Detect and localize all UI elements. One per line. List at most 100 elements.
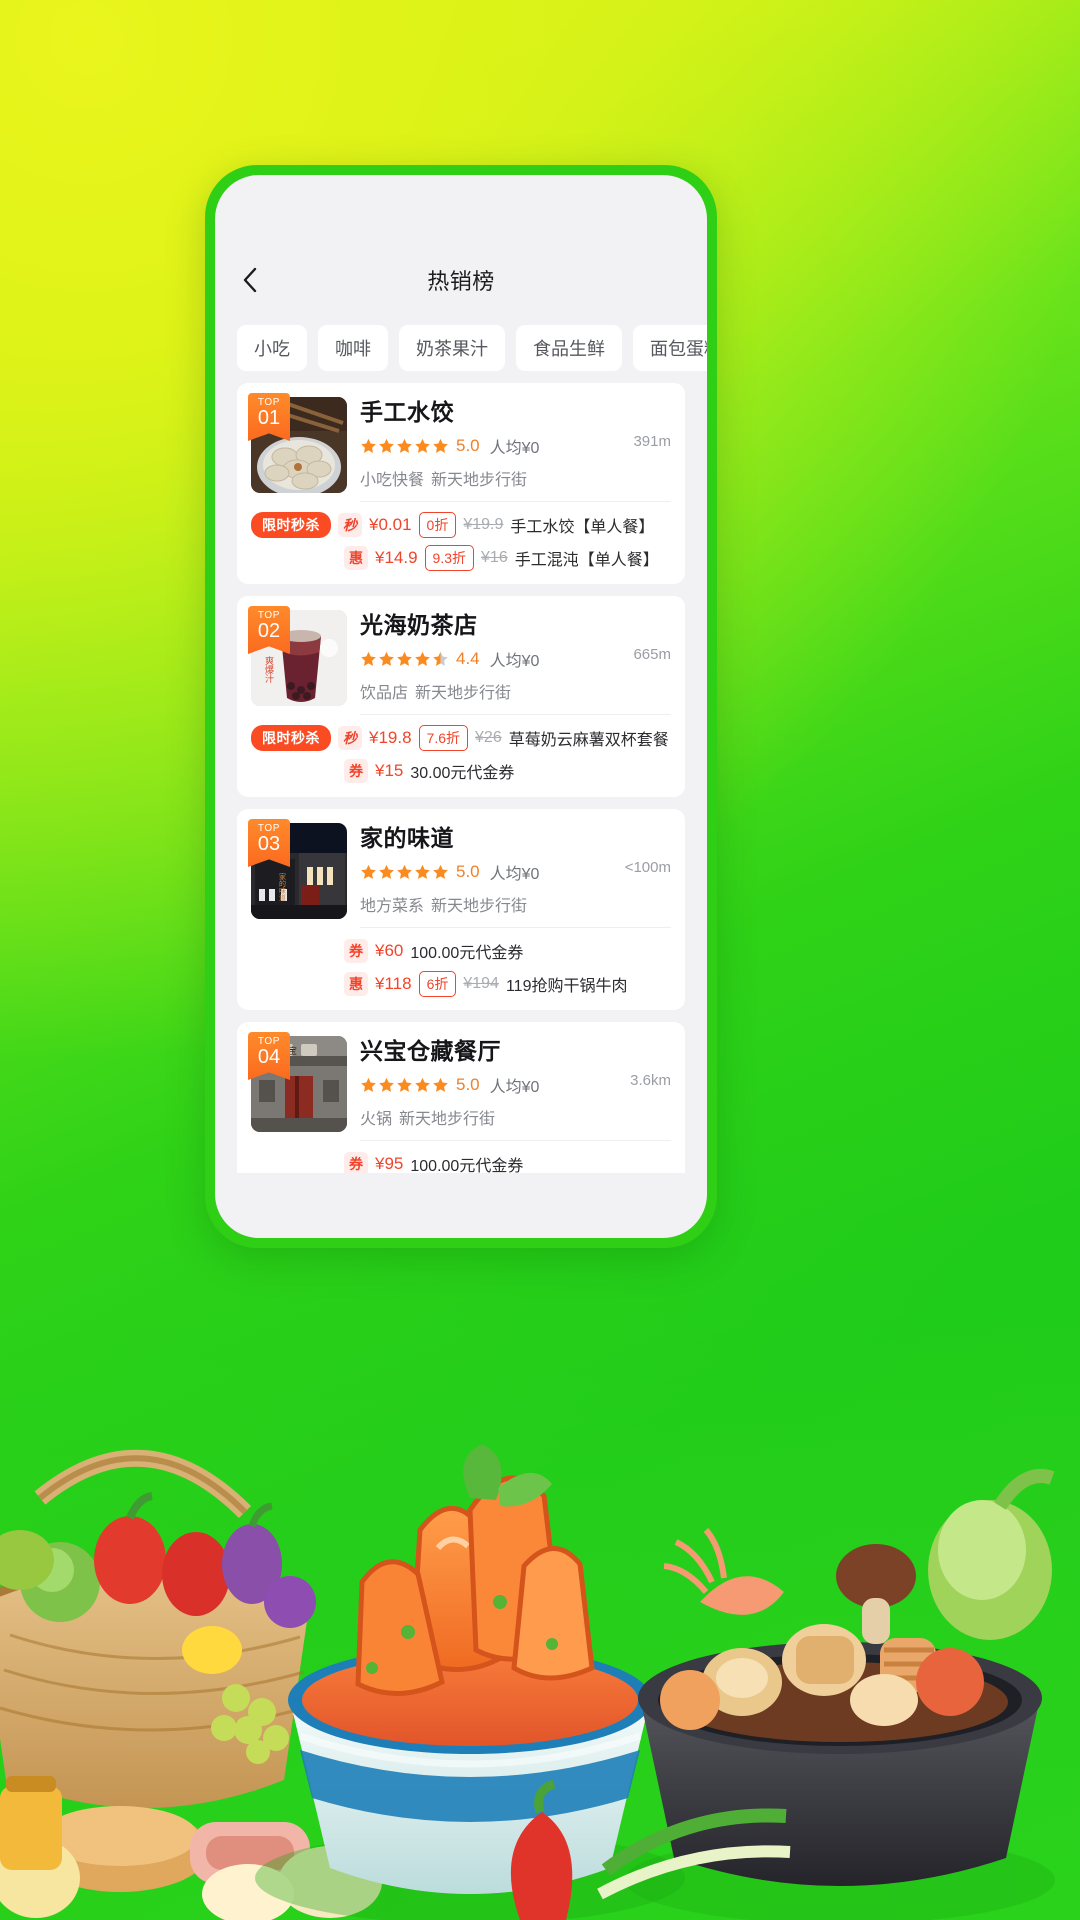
deal-discount: 9.3折: [424, 544, 475, 571]
thumb-wrap: TOP 01: [248, 393, 347, 502]
tab-chip-4[interactable]: 面包蛋糕甜: [633, 325, 707, 371]
shop-name[interactable]: 手工水饺: [360, 397, 671, 427]
list-item[interactable]: 券 ¥60 100.00元代金券: [251, 934, 671, 967]
deal-title: 30.00元代金券: [410, 764, 515, 782]
shop-summary: 家的味道 TOP 03 家的味道 5.0 人均¥0 <100m 地方菜系 新天地…: [248, 819, 671, 928]
distance-label: 665m: [633, 646, 671, 663]
thumb-wrap: 家的味道 TOP 03: [248, 819, 347, 928]
deal-type-tag: 秒: [338, 725, 362, 750]
rating-value: 4.4: [456, 649, 480, 668]
back-chevron-icon[interactable]: [237, 267, 263, 293]
deal-price: ¥118: [375, 973, 412, 993]
shop-area: 新天地步行街: [415, 685, 512, 702]
shop-area: 新天地步行街: [431, 898, 528, 915]
list-item[interactable]: 券 ¥95 100.00元代金券: [251, 1147, 671, 1173]
deal-type-tag: 券: [344, 938, 368, 963]
shop-info: 兴宝仓藏餐厅 5.0 人均¥0 3.6km 火锅 新天地步行街: [360, 1036, 671, 1141]
deal-type-tag: 惠: [344, 545, 368, 570]
star-rating-icon: [360, 651, 449, 668]
svg-text:爽爆汁: 爽爆汁: [264, 656, 274, 684]
table-row[interactable]: 兴宝 TOP 04 兴宝仓藏餐厅: [237, 1022, 685, 1173]
deal-type-tag: 券: [344, 1151, 368, 1173]
category-line: 小吃快餐 新天地步行街: [360, 466, 671, 490]
distance-label: 3.6km: [630, 1072, 671, 1089]
deal-title: 草莓奶云麻薯双杯套餐: [508, 731, 669, 749]
star-rating-icon: [360, 438, 449, 455]
thumb-wrap: 兴宝 TOP 04: [248, 1032, 347, 1141]
deal-title: 100.00元代金券: [410, 944, 524, 962]
deal-price: ¥95: [375, 1153, 404, 1173]
rating-line: 5.0 人均¥0: [360, 434, 671, 458]
table-row[interactable]: TOP 01 手工水饺 5.0 人均¥0 391m 小吃快餐 新天地步行街 限时…: [237, 383, 685, 584]
deal-price: ¥60: [375, 940, 404, 960]
tab-chip-1[interactable]: 咖啡: [318, 325, 388, 371]
deal-original-price: ¥19.9: [463, 515, 504, 533]
deal-original-price: ¥26: [475, 728, 502, 746]
rating-value: 5.0: [456, 862, 480, 881]
list-item[interactable]: 惠 ¥14.9 9.3折 ¥16 手工混沌【单人餐】: [251, 541, 671, 574]
status-bar-spacer: [215, 175, 707, 247]
distance-label: <100m: [624, 859, 671, 876]
thumb-wrap: 爽爆汁 TOP 02: [248, 606, 347, 715]
rating-line: 4.4 人均¥0: [360, 647, 671, 671]
category-line: 地方菜系 新天地步行街: [360, 892, 671, 916]
shop-name[interactable]: 兴宝仓藏餐厅: [360, 1036, 671, 1066]
svg-text:家的味道: 家的味道: [279, 872, 287, 902]
deal-list: 券 ¥60 100.00元代金券 惠 ¥118 6折 ¥194 119抢购干锅牛…: [251, 928, 671, 1000]
shop-area: 新天地步行街: [431, 472, 528, 489]
deal-price: ¥0.01: [369, 514, 412, 534]
shop-info: 光海奶茶店 4.4 人均¥0 665m 饮品店 新天地步行街: [360, 610, 671, 715]
deal-title: 手工混沌【单人餐】: [514, 551, 659, 569]
divider: [360, 714, 671, 715]
shop-name[interactable]: 光海奶茶店: [360, 610, 671, 640]
rank-number: 01: [257, 407, 281, 429]
shop-info: 家的味道 5.0 人均¥0 <100m 地方菜系 新天地步行街: [360, 823, 671, 928]
deal-title: 119抢购干锅牛肉: [505, 977, 628, 995]
table-row[interactable]: 爽爆汁 TOP 02 光海奶茶店 4.4 人均¥0 665m 饮品店 新天地步行…: [237, 596, 685, 797]
table-row[interactable]: 家的味道 TOP 03 家的味道 5.0 人均¥0 <100m 地方菜系 新天地…: [237, 809, 685, 1010]
phone-screen: 热销榜 小吃 咖啡 奶茶果汁 食品生鲜 面包蛋糕甜: [215, 175, 707, 1238]
distance-label: 391m: [633, 433, 671, 450]
shop-category: 小吃快餐: [360, 472, 425, 489]
rank-number: 04: [257, 1046, 281, 1068]
app-header: 热销榜: [215, 247, 707, 313]
list-item[interactable]: 限时秒杀 秒 ¥19.8 7.6折 ¥26 草莓奶云麻薯双杯套餐: [251, 721, 671, 754]
deal-list: 限时秒杀 秒 ¥19.8 7.6折 ¥26 草莓奶云麻薯双杯套餐 券 ¥15 3…: [251, 715, 671, 787]
flash-sale-badge: 限时秒杀: [251, 724, 331, 751]
deal-original-price: ¥194: [463, 974, 499, 992]
shop-name[interactable]: 家的味道: [360, 823, 671, 853]
shop-summary: TOP 01 手工水饺 5.0 人均¥0 391m 小吃快餐 新天地步行街: [248, 393, 671, 502]
phone-frame: 热销榜 小吃 咖啡 奶茶果汁 食品生鲜 面包蛋糕甜: [205, 165, 717, 1248]
list-item[interactable]: 限时秒杀 秒 ¥0.01 0折 ¥19.9 手工水饺【单人餐】: [251, 508, 671, 541]
deal-title: 100.00元代金券: [410, 1157, 524, 1174]
tab-chip-3[interactable]: 食品生鲜: [516, 325, 622, 371]
average-price: 人均¥0: [489, 866, 540, 883]
average-price: 人均¥0: [489, 653, 540, 670]
rating-value: 5.0: [456, 436, 480, 455]
deal-list: 限时秒杀 秒 ¥0.01 0折 ¥19.9 手工水饺【单人餐】 惠 ¥14.9 …: [251, 502, 671, 574]
category-tabs[interactable]: 小吃 咖啡 奶茶果汁 食品生鲜 面包蛋糕甜: [215, 313, 707, 383]
shop-list[interactable]: TOP 01 手工水饺 5.0 人均¥0 391m 小吃快餐 新天地步行街 限时…: [215, 383, 707, 1173]
deal-type-tag: 惠: [344, 971, 368, 996]
deal-type-tag: 券: [344, 758, 368, 783]
rank-number: 02: [257, 620, 281, 642]
page-title: 热销榜: [427, 269, 495, 294]
tab-chip-0[interactable]: 小吃: [237, 325, 307, 371]
tab-chip-2[interactable]: 奶茶果汁: [399, 325, 505, 371]
deal-discount: 7.6折: [418, 724, 469, 751]
shop-summary: 爽爆汁 TOP 02 光海奶茶店 4.4 人均¥0 665m 饮品店 新天地步行…: [248, 606, 671, 715]
deal-discount: 0折: [418, 511, 457, 538]
shop-category: 地方菜系: [360, 898, 425, 915]
list-item[interactable]: 券 ¥15 30.00元代金券: [251, 754, 671, 787]
flash-sale-badge: 限时秒杀: [251, 511, 331, 538]
category-line: 饮品店 新天地步行街: [360, 679, 671, 703]
food-illustration: [0, 1444, 1055, 1920]
average-price: 人均¥0: [489, 440, 540, 457]
deal-price: ¥19.8: [369, 727, 412, 747]
deal-list: 券 ¥95 100.00元代金券 惠 ¥154 6.9折 ¥221 牦牛肉火锅2…: [251, 1141, 671, 1173]
rating-value: 5.0: [456, 1075, 480, 1094]
divider: [360, 927, 671, 928]
list-item[interactable]: 惠 ¥118 6折 ¥194 119抢购干锅牛肉: [251, 967, 671, 1000]
shop-category: 火锅: [360, 1111, 393, 1128]
divider: [360, 501, 671, 502]
